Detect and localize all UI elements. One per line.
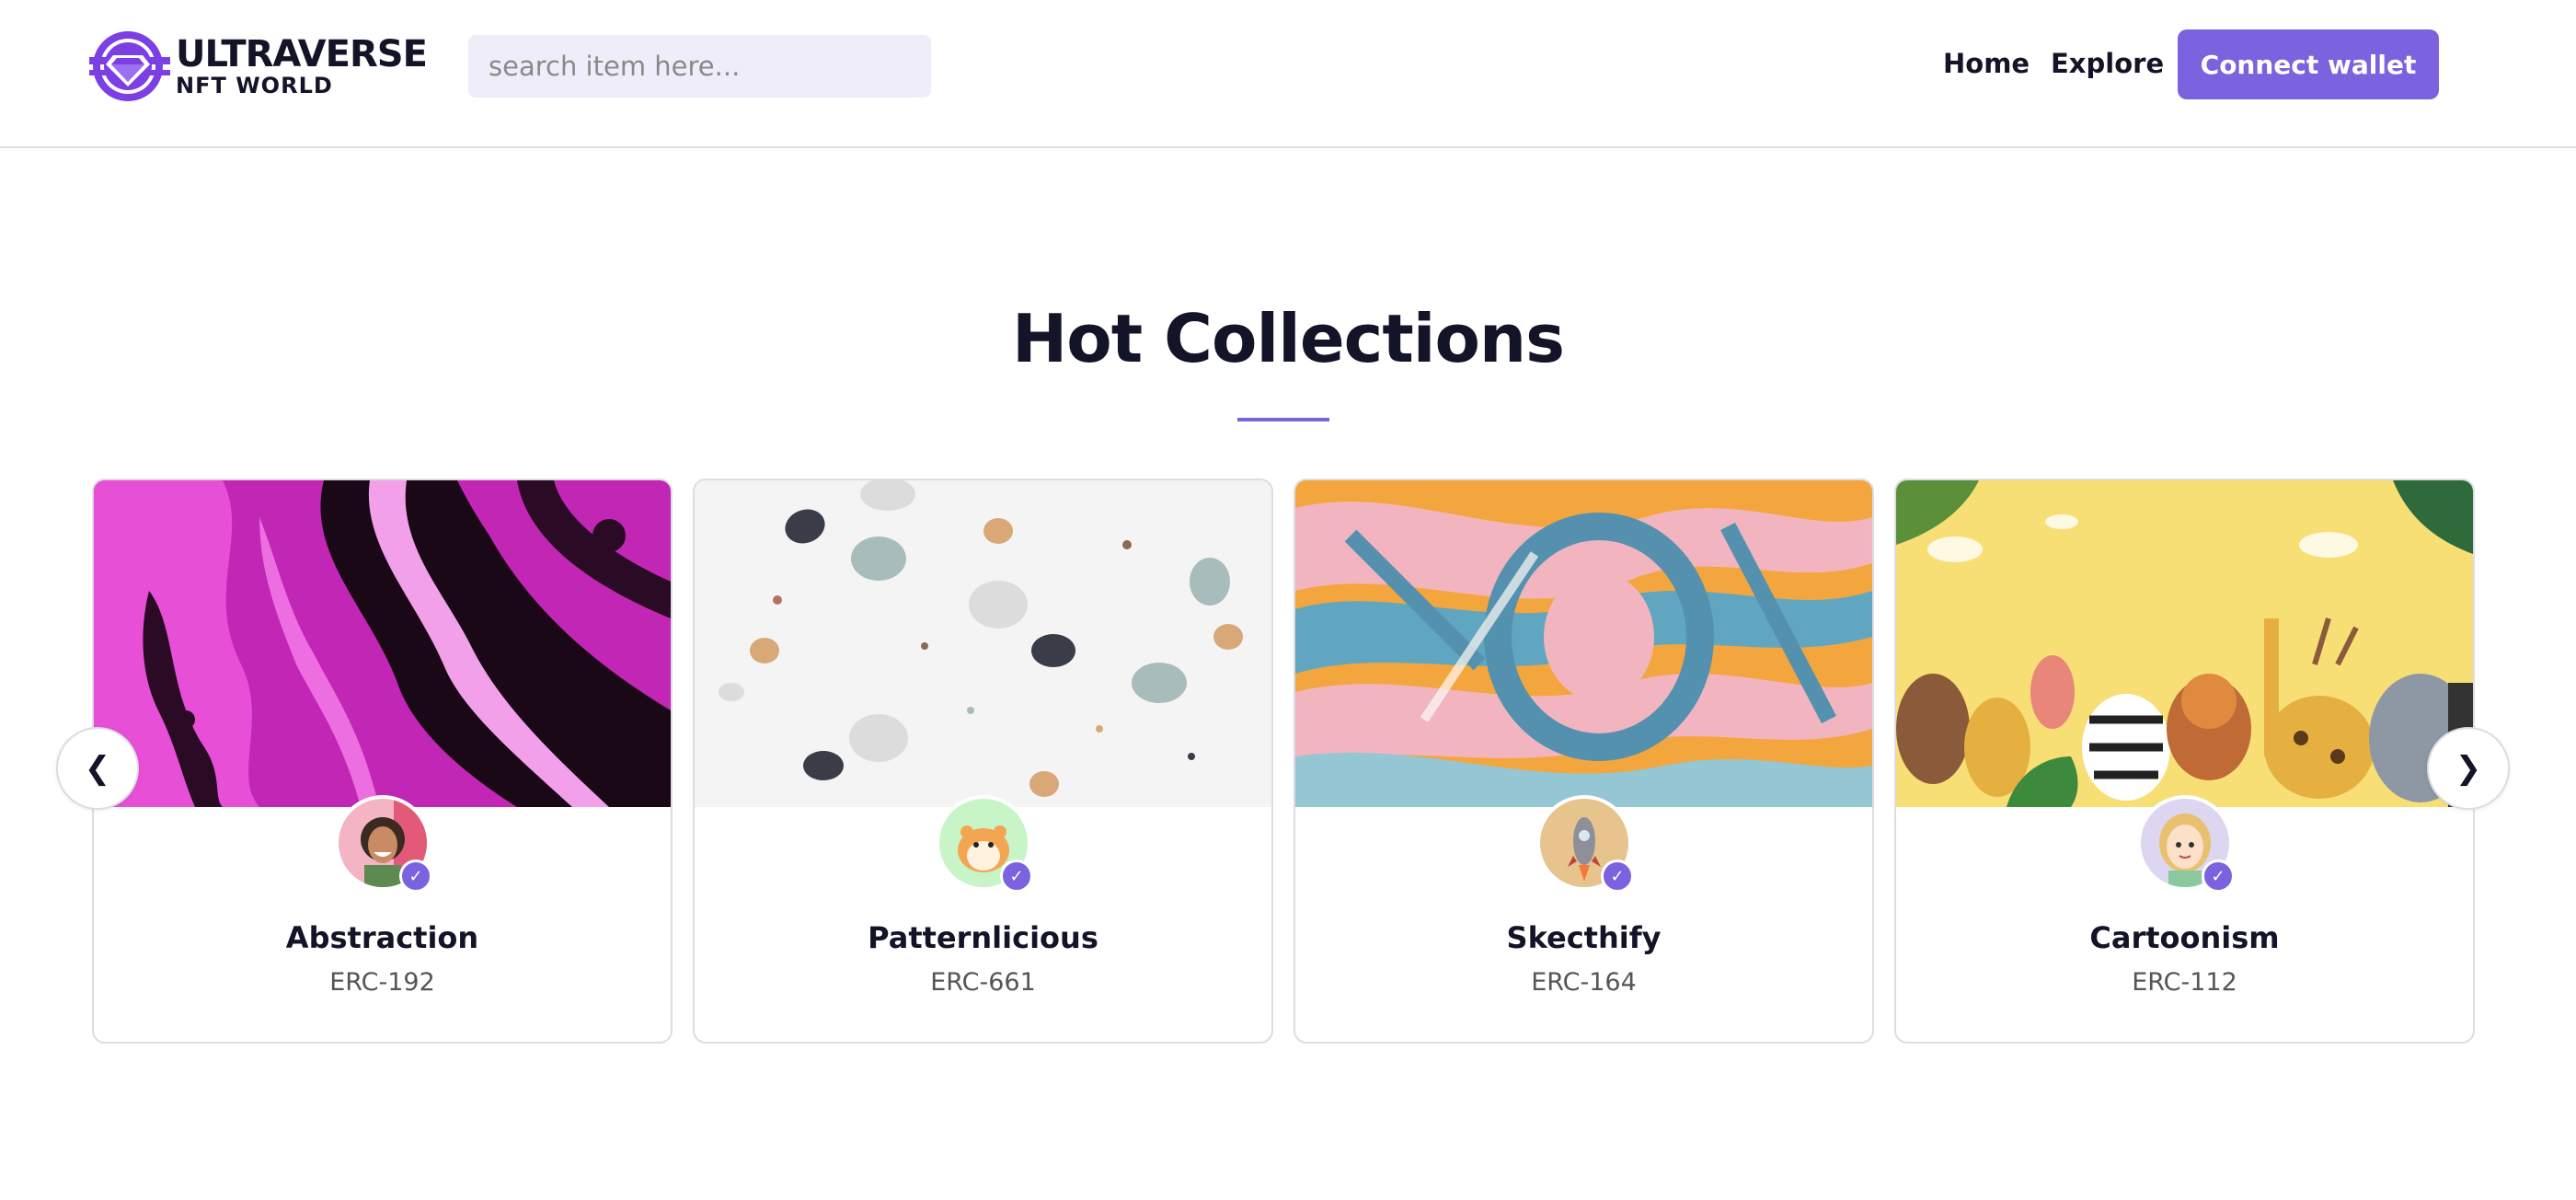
title-underline: [1237, 418, 1329, 421]
collection-code: ERC-164: [1531, 968, 1637, 997]
collection-image[interactable]: [1896, 480, 2473, 807]
collection-image[interactable]: [695, 480, 1271, 807]
collection-name[interactable]: Cartoonism: [1896, 920, 2473, 955]
section-title: Hot Collections: [1011, 300, 1565, 377]
collection-name[interactable]: Patternlicious: [695, 920, 1271, 955]
creator-avatar[interactable]: ✓: [1536, 795, 1634, 893]
collection-code: ERC-661: [930, 968, 1036, 997]
verified-check-icon: ✓: [2202, 860, 2235, 893]
creator-avatar[interactable]: ✓: [335, 795, 432, 893]
collection-name[interactable]: Abstraction: [94, 920, 671, 955]
chevron-right-icon: ❯: [2455, 750, 2482, 787]
nav-home-link[interactable]: Home: [1943, 48, 2030, 79]
chevron-left-icon: ❮: [84, 750, 111, 787]
verified-check-icon: ✓: [1601, 860, 1634, 893]
collection-card[interactable]: ✓ Cartoonism ERC-112: [1894, 479, 2475, 1044]
collection-image[interactable]: [94, 480, 671, 807]
creator-avatar[interactable]: ✓: [936, 795, 1033, 893]
carousel-next-button[interactable]: ❯: [2427, 727, 2510, 810]
creator-avatar[interactable]: ✓: [2137, 795, 2235, 893]
verified-check-icon: ✓: [1000, 860, 1033, 893]
collection-card[interactable]: ✓ Skecthify ERC-164: [1294, 479, 1874, 1044]
verified-check-icon: ✓: [399, 860, 432, 893]
collection-card[interactable]: ✓ Abstraction ERC-192: [92, 479, 673, 1044]
logo[interactable]: ULTRAVERSE NFT WORLD: [89, 29, 428, 103]
logo-subtitle: NFT WORLD: [176, 73, 333, 98]
collection-image[interactable]: [1295, 480, 1872, 807]
collection-code: ERC-112: [2132, 968, 2237, 997]
collection-card[interactable]: ✓ Patternlicious ERC-661: [693, 479, 1273, 1044]
collection-code: ERC-192: [329, 968, 435, 997]
site-header: ULTRAVERSE NFT WORLD Home Explore Connec…: [0, 0, 2576, 148]
collection-name[interactable]: Skecthify: [1295, 920, 1872, 955]
search-input[interactable]: [468, 35, 931, 98]
carousel-prev-button[interactable]: ❮: [56, 727, 139, 810]
logo-title: ULTRAVERSE: [176, 33, 428, 75]
nav-explore-link[interactable]: Explore: [2051, 48, 2164, 79]
connect-wallet-button[interactable]: Connect wallet: [2178, 29, 2439, 99]
diamond-logo-icon: [89, 31, 170, 101]
